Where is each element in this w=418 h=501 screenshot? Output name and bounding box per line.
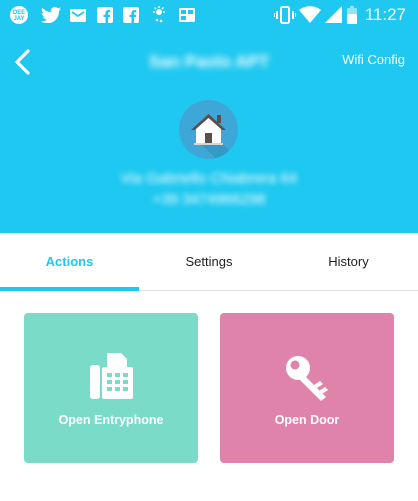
wifi-icon xyxy=(298,6,322,24)
phone-number: +39 3474966298 xyxy=(152,191,266,208)
deejay-icon: DEE JAY xyxy=(8,6,30,24)
active-tab-indicator xyxy=(0,287,139,291)
home-icon xyxy=(179,100,238,159)
vibrate-icon xyxy=(274,6,296,24)
tab-actions[interactable]: Actions xyxy=(0,233,139,289)
address-line: Via Gabriello Chiabrera 64 xyxy=(120,170,298,187)
tab-history[interactable]: History xyxy=(279,233,418,289)
signal-icon xyxy=(324,6,344,24)
tab-bar: Actions Settings History xyxy=(0,233,418,291)
key-icon xyxy=(283,348,331,403)
twitter-icon xyxy=(40,6,62,24)
inbox-icon xyxy=(68,6,88,24)
open-door-button[interactable]: Open Door xyxy=(220,313,394,463)
app-header: San Paolo APT Wifi Config Via Gabriello … xyxy=(0,30,418,233)
open-entryphone-button[interactable]: Open Entryphone xyxy=(24,313,198,463)
battery-icon xyxy=(346,6,358,24)
fax-phone-icon xyxy=(87,348,135,403)
weather-icon xyxy=(150,6,168,24)
open-entryphone-label: Open Entryphone xyxy=(58,413,164,427)
tab-settings[interactable]: Settings xyxy=(139,233,279,289)
status-time: 11:27 xyxy=(364,5,406,24)
svg-text:JAY: JAY xyxy=(13,16,24,22)
facebook-icon xyxy=(122,6,140,24)
flipboard-icon xyxy=(178,6,196,24)
facebook-icon xyxy=(96,6,114,24)
status-bar: DEE JAY 11:27 xyxy=(0,0,418,30)
open-door-label: Open Door xyxy=(274,413,340,427)
wifi-config-button[interactable]: Wifi Config xyxy=(342,52,405,67)
